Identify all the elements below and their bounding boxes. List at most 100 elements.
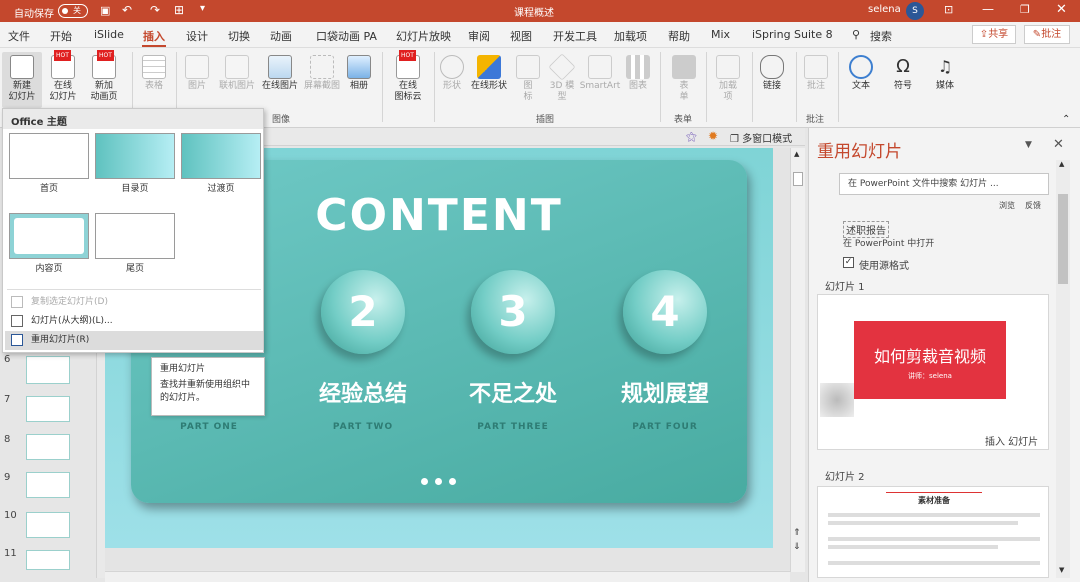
picture-button[interactable]: 图片 <box>182 55 212 92</box>
autosave-toggle[interactable]: 关 <box>58 4 88 18</box>
album-button[interactable]: 相册 <box>344 55 374 92</box>
online-shapes-icon <box>477 55 501 79</box>
tab-help[interactable]: 帮助 <box>668 28 690 44</box>
tab-file[interactable]: 文件 <box>8 28 30 44</box>
3d-model-button[interactable]: 3D 模 型 <box>546 53 578 103</box>
chart-button[interactable]: 图表 <box>624 55 652 92</box>
icons-button[interactable]: 图 标 <box>514 55 542 103</box>
user-name[interactable]: selena <box>868 4 901 15</box>
slide-thumbnail[interactable] <box>26 550 70 570</box>
canvas-horizontal-scrollbar[interactable] <box>105 571 790 582</box>
tab-insert[interactable]: 插入 <box>143 28 165 44</box>
ribbon-options-icon[interactable]: ⊡ <box>944 3 953 16</box>
icons-icon <box>516 55 540 79</box>
feedback-link[interactable]: 反馈 <box>1025 200 1041 211</box>
tab-developer[interactable]: 开发工具 <box>553 28 597 44</box>
link-button[interactable]: 链接 <box>756 55 788 92</box>
tab-animations[interactable]: 动画 <box>270 28 292 44</box>
slides-from-outline-item[interactable]: 幻灯片(从大纲)(L)... <box>5 312 263 331</box>
screenshot-button[interactable]: 屏幕截图 <box>302 55 342 92</box>
layout-title-slide[interactable] <box>9 133 89 179</box>
duplicate-slide-item[interactable]: 复制选定幻灯片(D) <box>5 293 263 312</box>
open-in-powerpoint-link[interactable]: 在 PowerPoint 中打开 <box>843 236 934 249</box>
layout-transition-slide[interactable] <box>181 133 261 179</box>
avatar[interactable]: S <box>906 2 924 20</box>
symbol-button[interactable]: Ω 符号 <box>886 55 920 92</box>
browse-link[interactable]: 浏览 <box>999 200 1015 211</box>
slide-thumbnail[interactable] <box>26 356 70 384</box>
insert-slide-button[interactable]: 插入 幻灯片 <box>985 433 1038 448</box>
smartart-button[interactable]: SmartArt <box>578 55 622 92</box>
share-button[interactable]: ⇪共享 <box>972 25 1016 44</box>
layout-label: 内容页 <box>35 264 63 274</box>
active-tab-indicator <box>142 45 166 47</box>
part-two-subtitle: PART TWO <box>332 422 394 432</box>
minimize-icon[interactable]: — <box>982 2 994 16</box>
slide-1-preview[interactable]: 如何剪裁音视频 讲师：selena <box>817 294 1049 450</box>
canvas-vertical-scrollbar[interactable]: ▲ ⇑ ⇓ <box>790 148 805 572</box>
tab-design[interactable]: 设计 <box>186 28 208 44</box>
tab-search[interactable]: 搜索 <box>870 28 892 44</box>
online-image-button[interactable]: 在线图片 <box>260 55 300 92</box>
customize-icon[interactable]: ▾ <box>200 3 205 14</box>
form-button[interactable]: 表 单 <box>670 55 698 103</box>
text-button[interactable]: 文本 <box>844 55 878 92</box>
reuse-panel-scrollbar[interactable]: ▲ ▼ <box>1056 160 1070 578</box>
media-button[interactable]: ♫ 媒体 <box>928 55 962 92</box>
gear-icon[interactable]: ✹ <box>708 129 718 143</box>
scroll-up-icon[interactable]: ▲ <box>1059 160 1064 168</box>
slide-2-preview[interactable]: 素材准备 <box>817 486 1049 578</box>
tab-ispring[interactable]: iSpring Suite 8 <box>752 28 833 41</box>
tab-pocket-animation[interactable]: 口袋动画 PA <box>316 28 377 44</box>
comments-button[interactable]: ✎批注 <box>1024 25 1070 44</box>
tab-home[interactable]: 开始 <box>50 28 72 44</box>
addins-button[interactable]: 加载 项 <box>712 55 744 103</box>
tab-transitions[interactable]: 切换 <box>228 28 250 44</box>
scroll-up-icon[interactable]: ▲ <box>794 150 799 158</box>
restore-icon[interactable]: ❐ <box>1020 3 1030 16</box>
online-icon-cloud-button[interactable]: HOT 在线 图标云 <box>388 50 428 103</box>
table-button[interactable]: 表格 <box>138 55 170 92</box>
panel-close-icon[interactable]: ✕ <box>1053 137 1064 152</box>
next-slide-icon[interactable]: ⇓ <box>793 542 801 552</box>
tab-view[interactable]: 视图 <box>510 28 532 44</box>
form-icon <box>672 55 696 79</box>
tab-review[interactable]: 审阅 <box>468 28 490 44</box>
search-icon[interactable]: ⚲ <box>852 28 860 41</box>
comment-insert-button[interactable]: 批注 <box>800 55 832 92</box>
scroll-thumb[interactable] <box>1058 194 1068 284</box>
new-animation-page-button[interactable]: HOT 新加 动画页 <box>84 50 124 103</box>
tab-addins[interactable]: 加载项 <box>614 28 647 44</box>
panel-options-icon[interactable]: ▼ <box>1025 140 1032 150</box>
present-icon[interactable]: ⊞ <box>174 3 184 17</box>
layout-end-slide[interactable] <box>95 213 175 259</box>
undo-icon[interactable]: ↶ <box>122 3 132 17</box>
tab-mix[interactable]: Mix <box>711 28 730 41</box>
slide-thumbnail[interactable] <box>26 472 70 498</box>
slide-thumbnail[interactable] <box>26 396 70 422</box>
layout-toc-slide[interactable] <box>95 133 175 179</box>
scroll-down-icon[interactable]: ▼ <box>1059 566 1064 574</box>
shapes-button[interactable]: 形状 <box>438 55 466 92</box>
slide-thumbnail[interactable] <box>26 434 70 460</box>
prev-slide-icon[interactable]: ⇑ <box>793 528 801 538</box>
online-pictures-button[interactable]: 联机图片 <box>216 55 258 92</box>
keep-format-checkbox[interactable]: ✓ <box>843 257 854 268</box>
online-slide-button[interactable]: HOT 在线 幻灯片 <box>44 50 82 103</box>
new-slide-button[interactable]: 新建 幻灯片 <box>2 52 42 108</box>
collapse-ribbon-icon[interactable]: ⌃ <box>1062 114 1070 125</box>
slide-thumbnail[interactable] <box>26 512 70 538</box>
tab-slideshow[interactable]: 幻灯片放映 <box>396 28 451 44</box>
reuse-slides-item[interactable]: 重用幻灯片(R) <box>5 331 263 350</box>
save-icon[interactable]: ▣ <box>100 4 110 17</box>
online-pictures-label: 联机图片 <box>218 81 255 91</box>
scroll-thumb[interactable] <box>793 172 803 186</box>
search-input[interactable]: 在 PowerPoint 文件中搜索 幻灯片 ... <box>839 173 1049 195</box>
online-shapes-button[interactable]: 在线形状 <box>468 55 510 92</box>
redo-icon[interactable]: ↷ <box>150 3 160 17</box>
close-icon[interactable]: ✕ <box>1056 2 1067 17</box>
layout-content-slide[interactable] <box>9 213 89 259</box>
designer-icon[interactable]: ⚝ <box>686 130 697 144</box>
multi-window-button[interactable]: ❐ 多窗口模式 <box>730 130 792 145</box>
tab-islide[interactable]: iSlide <box>94 28 124 41</box>
